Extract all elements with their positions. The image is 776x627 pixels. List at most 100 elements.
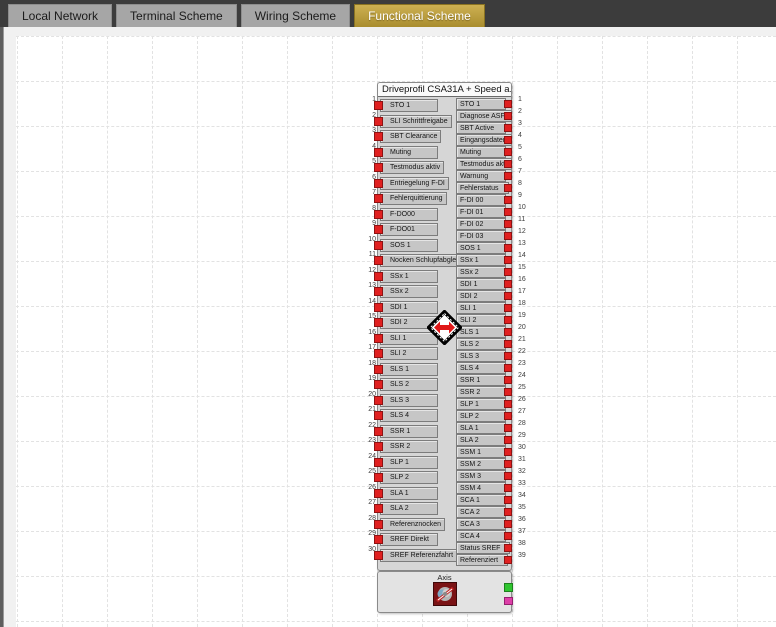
port-connection-point[interactable]	[374, 380, 383, 389]
port-connection-point[interactable]	[374, 551, 383, 560]
port-connection-point[interactable]	[504, 376, 512, 384]
port-connection-point[interactable]	[374, 210, 383, 219]
tab-terminal-scheme[interactable]: Terminal Scheme	[116, 4, 237, 27]
port-label[interactable]: SOS 1	[380, 239, 438, 252]
port-label[interactable]: SSR 1	[380, 425, 438, 438]
port-connection-point[interactable]	[504, 244, 512, 252]
port-label[interactable]: Testmodus aktiv	[380, 161, 444, 174]
port-label[interactable]: SLI 2	[380, 347, 438, 360]
port-label[interactable]: SCA 3	[456, 518, 506, 530]
port-connection-point[interactable]	[504, 196, 512, 204]
port-connection-point[interactable]	[374, 489, 383, 498]
port-label[interactable]: SBT Active	[456, 122, 506, 134]
port-label[interactable]: F-DI 01	[456, 206, 506, 218]
port-label[interactable]: SSx 2	[456, 266, 506, 278]
port-connection-point[interactable]	[504, 460, 512, 468]
port-connection-point[interactable]	[374, 287, 383, 296]
port-label[interactable]: F-DO00	[380, 208, 438, 221]
port-connection-point[interactable]	[504, 232, 512, 240]
motor-icon[interactable]	[433, 582, 457, 606]
port-label[interactable]: SLS 4	[456, 362, 506, 374]
port-label[interactable]: SLS 2	[456, 338, 506, 350]
port-connection-point[interactable]	[504, 424, 512, 432]
port-label[interactable]: SLA 2	[380, 502, 438, 515]
port-connection-point[interactable]	[504, 388, 512, 396]
port-label[interactable]: Fehlerstatus	[456, 182, 509, 194]
diagram-canvas[interactable]: Driveprofil CSA31A + Speed a... 1STO 12S…	[0, 27, 776, 627]
port-connection-point[interactable]	[374, 520, 383, 529]
port-connection-point[interactable]	[504, 220, 512, 228]
port-connection-point[interactable]	[504, 532, 512, 540]
port-label[interactable]: SCA 2	[456, 506, 506, 518]
port-connection-point[interactable]	[374, 396, 383, 405]
port-connection-point[interactable]	[504, 544, 512, 552]
port-connection-point[interactable]	[504, 412, 512, 420]
port-connection-point[interactable]	[504, 520, 512, 528]
port-label[interactable]: SSM 1	[456, 446, 506, 458]
port-connection-point[interactable]	[504, 268, 512, 276]
port-label[interactable]: SSx 1	[380, 270, 438, 283]
port-label[interactable]: SLA 1	[380, 487, 438, 500]
port-connection-point[interactable]	[504, 280, 512, 288]
port-label[interactable]: SSx 2	[380, 285, 438, 298]
port-connection-point[interactable]	[504, 436, 512, 444]
port-label[interactable]: SCA 1	[456, 494, 506, 506]
port-connection-point[interactable]	[504, 556, 512, 564]
port-connection-point[interactable]	[374, 504, 383, 513]
port-label[interactable]: SLS 1	[456, 326, 506, 338]
port-label[interactable]: Warnung	[456, 170, 506, 182]
axis-section[interactable]: Axis	[377, 571, 512, 613]
port-connection-point[interactable]	[374, 349, 383, 358]
port-connection-point[interactable]	[374, 132, 383, 141]
port-label[interactable]: SSM 3	[456, 470, 506, 482]
port-label[interactable]: SLP 1	[380, 456, 438, 469]
port-connection-point[interactable]	[374, 473, 383, 482]
port-label[interactable]: Muting	[380, 146, 438, 159]
port-connection-point[interactable]	[504, 400, 512, 408]
port-connection-point[interactable]	[504, 148, 512, 156]
port-label[interactable]: SOS 1	[456, 242, 506, 254]
port-connection-point[interactable]	[504, 208, 512, 216]
port-connection-point[interactable]	[374, 272, 383, 281]
axis-port-magenta[interactable]	[504, 597, 513, 605]
port-label[interactable]: SREF Referenzfahrt	[380, 549, 457, 562]
port-label[interactable]: SLS 3	[380, 394, 438, 407]
port-connection-point[interactable]	[374, 163, 383, 172]
port-connection-point[interactable]	[504, 184, 512, 192]
port-connection-point[interactable]	[374, 365, 383, 374]
port-label[interactable]: Status SREF	[456, 542, 510, 554]
port-connection-point[interactable]	[374, 241, 383, 250]
port-connection-point[interactable]	[504, 100, 512, 108]
port-label[interactable]: SSR 1	[456, 374, 506, 386]
port-connection-point[interactable]	[504, 124, 512, 132]
port-label[interactable]: F-DI 02	[456, 218, 506, 230]
port-label[interactable]: SLP 2	[456, 410, 506, 422]
tab-local-network[interactable]: Local Network	[8, 4, 112, 27]
port-label[interactable]: SBT Clearance	[380, 130, 441, 143]
port-connection-point[interactable]	[374, 194, 383, 203]
port-connection-point[interactable]	[504, 316, 512, 324]
port-connection-point[interactable]	[504, 172, 512, 180]
port-label[interactable]: SSR 2	[456, 386, 506, 398]
port-label[interactable]: Fehlerquittierung	[380, 192, 447, 205]
port-connection-point[interactable]	[374, 427, 383, 436]
port-connection-point[interactable]	[374, 225, 383, 234]
port-connection-point[interactable]	[504, 352, 512, 360]
port-connection-point[interactable]	[504, 112, 512, 120]
port-label[interactable]: Muting	[456, 146, 506, 158]
port-label[interactable]: Referenziert	[456, 554, 508, 566]
port-label[interactable]: F-DO01	[380, 223, 438, 236]
port-label[interactable]: SLA 2	[456, 434, 506, 446]
function-block-title[interactable]: Driveprofil CSA31A + Speed a...	[378, 83, 511, 97]
port-label[interactable]: SLS 4	[380, 409, 438, 422]
port-label[interactable]: SLA 1	[456, 422, 506, 434]
port-connection-point[interactable]	[504, 304, 512, 312]
port-label[interactable]: F-DI 00	[456, 194, 506, 206]
port-connection-point[interactable]	[374, 458, 383, 467]
port-connection-point[interactable]	[504, 364, 512, 372]
port-connection-point[interactable]	[374, 101, 383, 110]
port-label[interactable]: SLI Schrittfreigabe	[380, 115, 452, 128]
port-label[interactable]: SLS 1	[380, 363, 438, 376]
port-connection-point[interactable]	[504, 160, 512, 168]
port-connection-point[interactable]	[374, 179, 383, 188]
